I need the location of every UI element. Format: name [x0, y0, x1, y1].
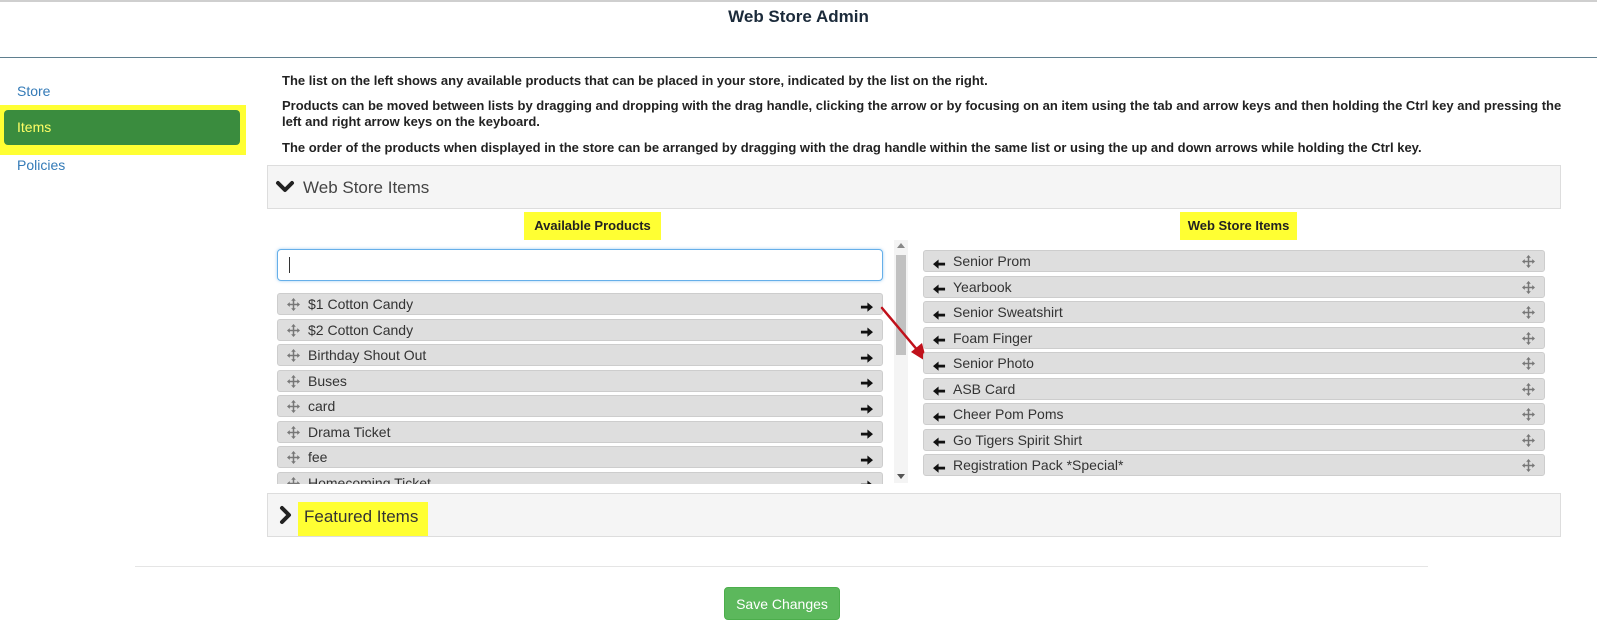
move-icon[interactable] [1522, 306, 1535, 319]
footer-divider [135, 566, 1428, 567]
move-icon[interactable] [287, 425, 300, 439]
list-item-label: card [308, 398, 336, 414]
product-search-input[interactable] [277, 249, 883, 281]
move-icon[interactable] [1522, 433, 1535, 447]
list-item[interactable]: fee [277, 446, 883, 468]
list-item-label: Drama Ticket [308, 423, 391, 440]
arrow-left-icon[interactable] [933, 384, 946, 397]
arrow-left-icon[interactable] [933, 307, 946, 320]
list-item-label: $2 Cotton Candy [308, 321, 414, 338]
list-item[interactable]: Birthday Shout Out [277, 344, 883, 366]
instruction-text: The order of the products when displayed… [282, 140, 1422, 155]
accordion-title: Featured Items [304, 507, 419, 526]
available-products-list: $1 Cotton Candy $2 Cotton Candy Birthday S… [277, 292, 883, 484]
arrow-right-icon[interactable] [860, 401, 873, 414]
web-store-items-title: Web Store Items [1180, 212, 1297, 240]
move-icon[interactable] [1522, 382, 1535, 396]
list-item[interactable]: Foam Finger [923, 326, 1545, 349]
move-icon[interactable] [287, 400, 300, 413]
list-item-label: ASB Card [953, 380, 1016, 397]
move-icon[interactable] [1522, 357, 1535, 370]
arrow-left-icon[interactable] [933, 409, 946, 422]
arrow-left-icon[interactable] [933, 358, 946, 371]
arrow-left-icon[interactable] [933, 460, 946, 473]
move-icon[interactable] [287, 451, 300, 464]
list-item-label: Registration Pack *Special* [953, 457, 1124, 473]
list-item-label: Cheer Pom Poms [953, 406, 1064, 422]
arrow-right-icon[interactable] [860, 376, 873, 389]
arrow-left-icon[interactable] [933, 256, 946, 269]
list-item[interactable]: Buses [277, 369, 883, 392]
list-item-label: Yearbook [953, 278, 1012, 295]
list-item-label: Homecoming Ticket [308, 474, 431, 485]
move-icon[interactable] [1522, 280, 1535, 294]
move-icon[interactable] [287, 298, 300, 311]
list-item[interactable]: card [277, 395, 883, 417]
list-item-label: Senior Photo [953, 355, 1034, 371]
list-item[interactable]: Go Tigers Spirit Shirt [923, 428, 1545, 451]
list-item-label: Foam Finger [953, 329, 1033, 346]
list-item[interactable]: Registration Pack *Special* [923, 454, 1545, 476]
scroll-up-icon[interactable] [897, 243, 905, 248]
list-item[interactable]: Homecoming Ticket [277, 471, 883, 485]
list-item-label: $1 Cotton Candy [308, 296, 414, 312]
arrow-right-icon[interactable] [860, 427, 873, 440]
list-item-label: fee [308, 449, 328, 465]
list-item[interactable]: ASB Card [923, 377, 1545, 400]
move-icon[interactable] [287, 476, 300, 484]
sidebar-item-store[interactable]: Store [17, 83, 50, 99]
chevron-right-icon [280, 506, 291, 524]
move-icon[interactable] [287, 349, 300, 362]
move-icon[interactable] [1522, 331, 1535, 345]
list-item[interactable]: Senior Sweatshirt [923, 301, 1545, 323]
arrow-right-icon[interactable] [860, 452, 873, 465]
arrow-right-icon[interactable] [860, 478, 873, 484]
sidebar-item-policies[interactable]: Policies [17, 157, 65, 173]
arrow-left-icon[interactable] [933, 333, 946, 346]
instruction-text: The list on the left shows any available… [282, 73, 988, 88]
arrow-right-icon[interactable] [860, 325, 873, 338]
top-border [0, 0, 1597, 2]
list-item-label: Senior Prom [953, 253, 1031, 269]
text-cursor [289, 257, 290, 273]
chevron-down-icon [276, 181, 294, 192]
featured-items-accordion-header[interactable]: Featured Items [267, 493, 1561, 537]
page-title: Web Store Admin [728, 7, 869, 26]
accordion-title: Web Store Items [303, 178, 430, 197]
list-item[interactable]: Senior Photo [923, 352, 1545, 374]
move-icon[interactable] [1522, 408, 1535, 421]
list-item[interactable]: $1 Cotton Candy [277, 293, 883, 315]
arrow-right-icon[interactable] [860, 299, 873, 312]
list-item[interactable]: Drama Ticket [277, 420, 883, 443]
arrow-left-icon[interactable] [933, 435, 946, 448]
list-item-label: Go Tigers Spirit Shirt [953, 431, 1083, 448]
list-item[interactable]: Cheer Pom Poms [923, 403, 1545, 425]
available-products-title: Available Products [524, 212, 661, 240]
save-changes-button[interactable]: Save Changes [724, 587, 840, 620]
arrow-left-icon[interactable] [933, 282, 946, 295]
web-store-items-accordion-header[interactable]: Web Store Items [267, 165, 1561, 209]
list-item-label: Buses [308, 372, 347, 389]
move-icon[interactable] [287, 374, 300, 388]
sidebar-item-label: Items [17, 119, 52, 135]
move-icon[interactable] [1522, 459, 1535, 472]
list-item[interactable]: Yearbook [923, 275, 1545, 298]
instruction-text: Products can be moved between lists by d… [282, 98, 1562, 129]
move-icon[interactable] [287, 323, 300, 337]
sidebar-item-items[interactable]: Items [4, 110, 240, 145]
list-item-label: Birthday Shout Out [308, 347, 427, 363]
list-item[interactable]: $2 Cotton Candy [277, 318, 883, 341]
arrow-right-icon[interactable] [860, 350, 873, 363]
list-item[interactable]: Senior Prom [923, 250, 1545, 272]
move-icon[interactable] [1522, 255, 1535, 268]
list-item-label: Senior Sweatshirt [953, 304, 1063, 320]
header-divider [0, 57, 1597, 58]
scroll-down-icon[interactable] [897, 474, 905, 479]
